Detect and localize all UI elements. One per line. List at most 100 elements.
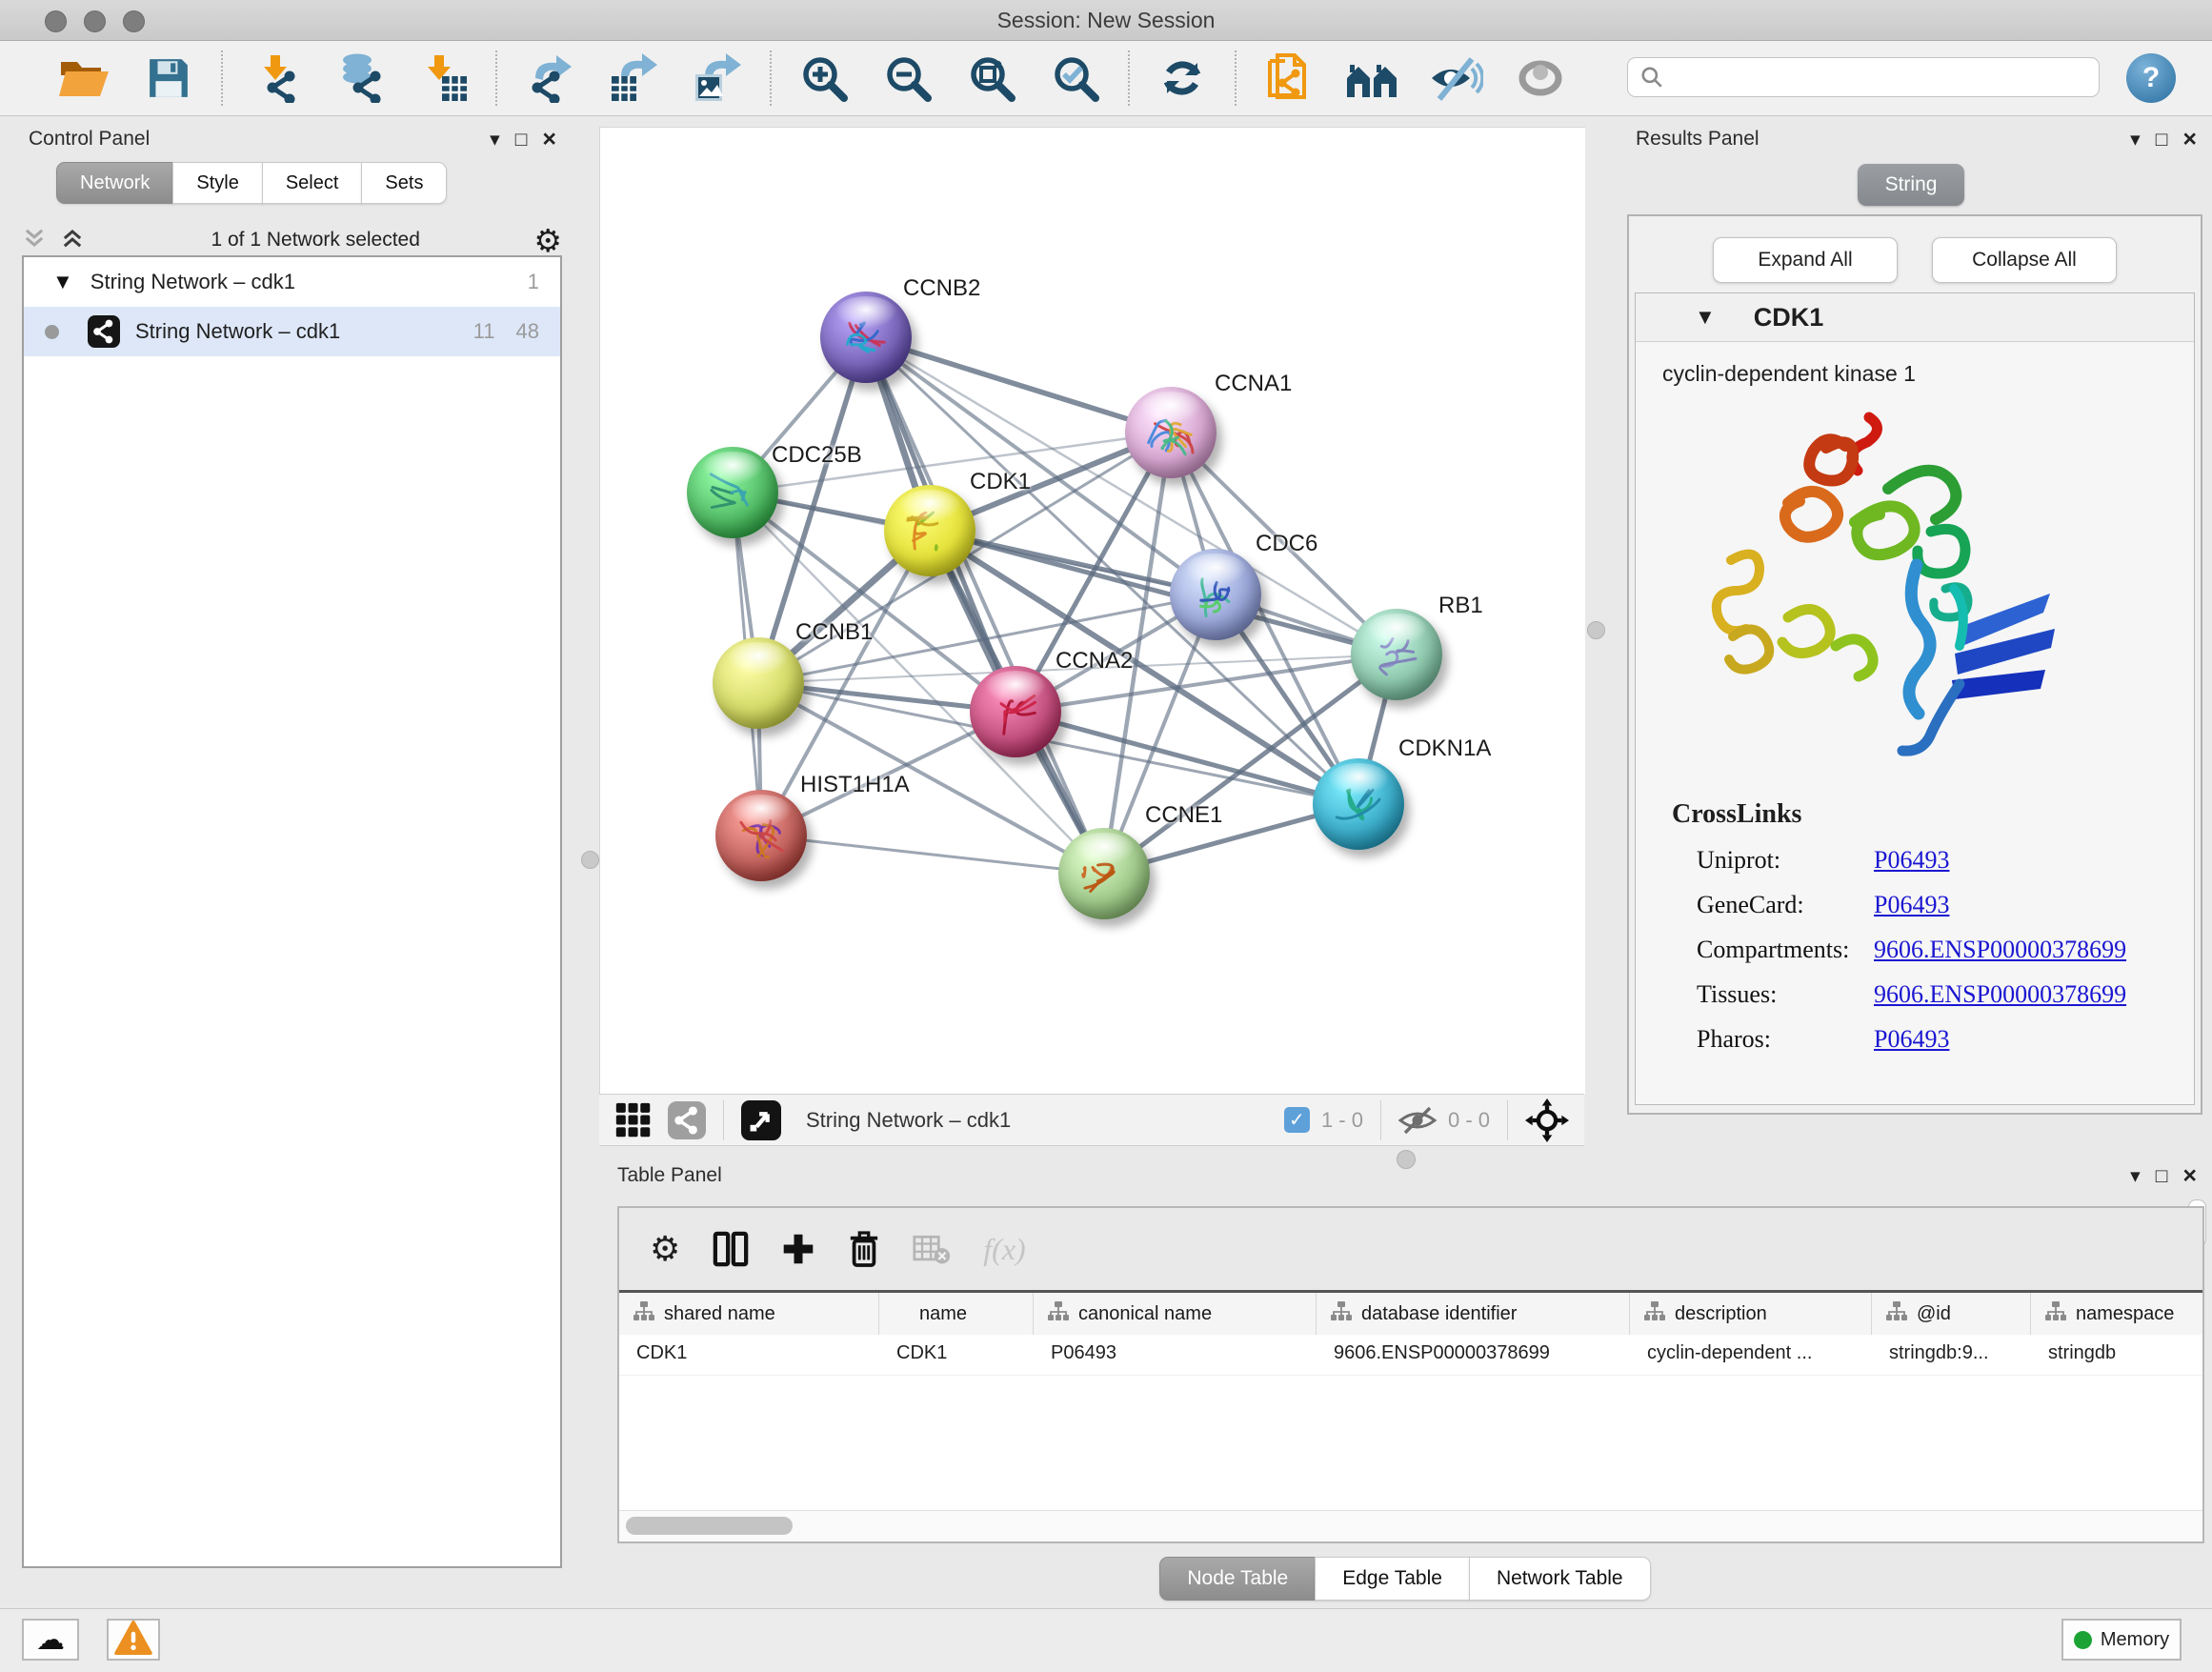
refresh-layout-button[interactable] bbox=[1155, 51, 1210, 105]
attribute-icon bbox=[633, 1299, 655, 1328]
tab-style[interactable]: Style bbox=[172, 162, 262, 204]
network-node-cdc6[interactable] bbox=[1170, 549, 1261, 640]
results-panel: Results Panel ▾ □ × String Expand All Co… bbox=[1610, 122, 2212, 1160]
tab-network[interactable]: Network bbox=[56, 162, 173, 204]
delete-column-trash-icon[interactable] bbox=[848, 1230, 880, 1268]
zoom-in-button[interactable] bbox=[796, 51, 852, 105]
warnings-button[interactable] bbox=[107, 1619, 160, 1661]
selected-indicator-checkbox[interactable]: ✓ bbox=[1284, 1107, 1310, 1133]
table-cell[interactable]: 9606.ENSP00000378699 bbox=[1317, 1335, 1630, 1375]
crosslink-link[interactable]: 9606.ENSP00000378699 bbox=[1874, 936, 2126, 964]
import-network-button[interactable] bbox=[248, 51, 303, 105]
network-grid-view-icon[interactable] bbox=[614, 1101, 653, 1139]
save-session-button[interactable] bbox=[141, 51, 196, 105]
main-toolbar: ? bbox=[0, 41, 2212, 116]
table-hscrollbar-thumb[interactable] bbox=[626, 1517, 793, 1535]
network-node-ccnb2[interactable] bbox=[820, 292, 912, 383]
tab-network-table[interactable]: Network Table bbox=[1469, 1557, 1651, 1601]
tab-select[interactable]: Select bbox=[262, 162, 363, 204]
tab-node-table[interactable]: Node Table bbox=[1159, 1557, 1316, 1601]
clone-network-button[interactable] bbox=[1261, 51, 1317, 105]
collapse-all-button[interactable]: Collapse All bbox=[1932, 237, 2117, 283]
move-crosshair-icon[interactable] bbox=[1525, 1098, 1569, 1142]
show-columns-icon[interactable] bbox=[713, 1231, 749, 1267]
network-node-cdk1[interactable] bbox=[884, 485, 975, 576]
tab-string[interactable]: String bbox=[1858, 164, 1964, 206]
gene-section-header[interactable]: ▼ CDK1 bbox=[1636, 293, 2194, 342]
export-table-button[interactable] bbox=[606, 51, 661, 105]
network-node-hist1h1a[interactable] bbox=[715, 790, 807, 881]
table-panel-collapse-icon[interactable]: ▾ bbox=[2130, 1166, 2141, 1186]
collapse-all-networks-icon[interactable] bbox=[59, 225, 86, 256]
zoom-out-button[interactable] bbox=[880, 51, 935, 105]
column-header-description[interactable]: description bbox=[1630, 1293, 1872, 1335]
column-header-namespace[interactable]: namespace bbox=[2031, 1293, 2202, 1335]
import-network-database-button[interactable] bbox=[332, 51, 387, 105]
results-panel-float-icon[interactable]: □ bbox=[2156, 130, 2168, 150]
zoom-fit-button[interactable] bbox=[964, 51, 1019, 105]
network-node-rb1[interactable] bbox=[1351, 609, 1442, 700]
table-settings-gear-icon[interactable]: ⚙ bbox=[650, 1229, 680, 1269]
import-table-button[interactable] bbox=[415, 51, 471, 105]
open-file-button[interactable] bbox=[57, 51, 112, 105]
add-column-icon[interactable] bbox=[781, 1232, 815, 1266]
table-panel-close-icon[interactable]: × bbox=[2182, 1164, 2197, 1188]
column-header-name[interactable]: name bbox=[879, 1293, 1034, 1335]
table-cell[interactable]: P06493 bbox=[1034, 1335, 1317, 1375]
column-header-shared-name[interactable]: shared name bbox=[619, 1293, 879, 1335]
network-share-view-icon[interactable] bbox=[668, 1101, 706, 1139]
network-canvas[interactable]: CCNB2CCNA1CDC25BCDK1CDC6RB1CCNB1CCNA2CDK… bbox=[599, 127, 1585, 1095]
crosslink-link[interactable]: P06493 bbox=[1874, 846, 1949, 875]
crosslink-link[interactable]: P06493 bbox=[1874, 1025, 1949, 1054]
collection-label: String Network – cdk1 bbox=[90, 270, 528, 294]
table-cell[interactable]: stringdb:9... bbox=[1872, 1335, 2031, 1375]
search-box[interactable] bbox=[1627, 57, 2100, 97]
zoom-selected-button[interactable] bbox=[1048, 51, 1103, 105]
table-cell[interactable]: cyclin-dependent ... bbox=[1630, 1335, 1872, 1375]
network-node-ccnb1[interactable] bbox=[713, 637, 804, 729]
hide-selected-button[interactable] bbox=[1429, 51, 1484, 105]
network-node-ccna1[interactable] bbox=[1125, 387, 1217, 478]
crosslink-link[interactable]: 9606.ENSP00000378699 bbox=[1874, 980, 2126, 1009]
search-input[interactable] bbox=[1672, 66, 2087, 90]
control-panel-float-icon[interactable]: □ bbox=[515, 130, 528, 150]
column-header-database-identifier[interactable]: database identifier bbox=[1317, 1293, 1630, 1335]
column-header--id[interactable]: @id bbox=[1872, 1293, 2031, 1335]
network-collection-row[interactable]: ▼ String Network – cdk1 1 bbox=[24, 257, 560, 307]
network-node-ccna2[interactable] bbox=[970, 666, 1061, 757]
table-row[interactable]: CDK1CDK1P064939606.ENSP00000378699cyclin… bbox=[619, 1335, 2202, 1376]
expand-all-networks-icon[interactable] bbox=[21, 225, 48, 256]
table-cell[interactable]: CDK1 bbox=[619, 1335, 879, 1375]
crosslink-label: Pharos: bbox=[1697, 1025, 1874, 1054]
column-header-canonical-name[interactable]: canonical name bbox=[1034, 1293, 1317, 1335]
first-neighbors-button[interactable] bbox=[1345, 51, 1400, 105]
control-panel-collapse-icon[interactable]: ▾ bbox=[490, 130, 500, 150]
export-image-button[interactable] bbox=[690, 51, 745, 105]
table-toolbar: ⚙ f(x) bbox=[619, 1208, 2202, 1290]
tab-sets[interactable]: Sets bbox=[361, 162, 447, 204]
right-divider-handle[interactable] bbox=[1587, 621, 1605, 639]
table-cell[interactable]: CDK1 bbox=[879, 1335, 1034, 1375]
left-divider-handle[interactable] bbox=[581, 851, 599, 869]
table-panel-float-icon[interactable]: □ bbox=[2156, 1166, 2168, 1186]
show-all-button[interactable] bbox=[1513, 51, 1568, 105]
network-node-ccne1[interactable] bbox=[1058, 828, 1150, 919]
table-cell[interactable]: stringdb bbox=[2031, 1335, 2202, 1375]
gene-expander-icon[interactable]: ▼ bbox=[1695, 305, 1716, 330]
results-panel-close-icon[interactable]: × bbox=[2182, 128, 2197, 151]
crosslink-link[interactable]: P06493 bbox=[1874, 891, 1949, 919]
network-node-cdkn1a[interactable] bbox=[1313, 758, 1404, 850]
tab-edge-table[interactable]: Edge Table bbox=[1315, 1557, 1470, 1601]
help-button[interactable]: ? bbox=[2126, 53, 2176, 103]
results-panel-collapse-icon[interactable]: ▾ bbox=[2130, 130, 2141, 150]
network-row[interactable]: String Network – cdk1 11 48 bbox=[24, 307, 560, 356]
export-network-button[interactable] bbox=[522, 51, 577, 105]
network-options-gear-icon[interactable]: ⚙ bbox=[533, 222, 562, 259]
network-node-cdc25b[interactable] bbox=[687, 447, 778, 538]
expand-all-button[interactable]: Expand All bbox=[1713, 237, 1898, 283]
birds-eye-view-icon[interactable] bbox=[741, 1100, 781, 1140]
memory-button[interactable]: Memory bbox=[2061, 1619, 2182, 1661]
cloud-button[interactable]: ☁ bbox=[22, 1619, 79, 1661]
collection-expander-icon[interactable]: ▼ bbox=[52, 270, 73, 294]
control-panel-close-icon[interactable]: × bbox=[542, 128, 556, 151]
